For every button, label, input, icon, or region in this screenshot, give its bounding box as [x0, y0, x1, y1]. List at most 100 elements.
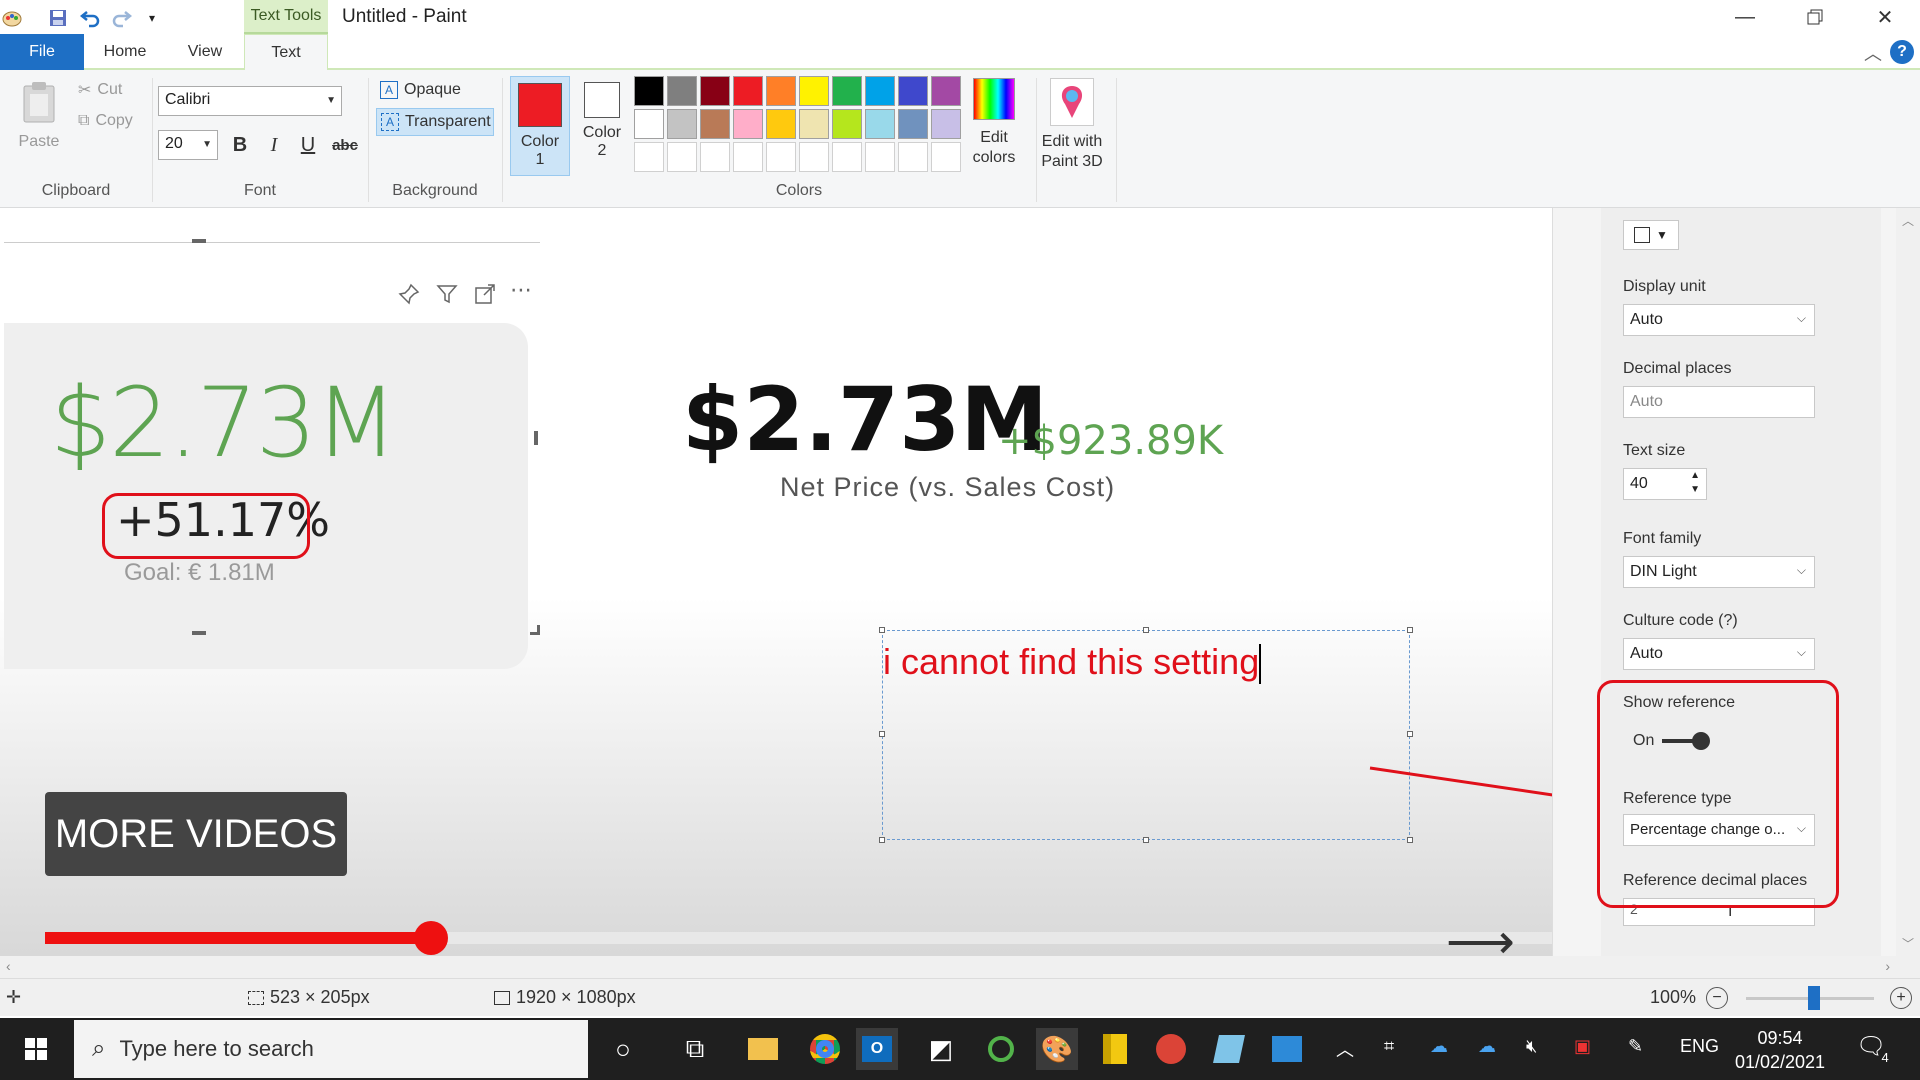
tab-home[interactable]: Home — [86, 34, 164, 70]
display-unit-dropdown[interactable]: Auto ⌵ — [1623, 304, 1815, 336]
restore-button[interactable] — [1780, 0, 1850, 34]
palette-color-swatch[interactable] — [898, 109, 928, 139]
tab-view[interactable]: View — [166, 34, 244, 70]
bold-button[interactable]: B — [226, 130, 254, 160]
culture-code-dropdown[interactable]: Auto ⌵ — [1623, 638, 1815, 670]
scroll-right-icon[interactable]: › — [1885, 958, 1890, 974]
palette-color-swatch[interactable] — [766, 76, 796, 106]
focus-mode-icon[interactable] — [474, 283, 496, 311]
paste-button[interactable]: Paste — [18, 80, 60, 151]
strikethrough-button[interactable]: abc — [328, 130, 362, 160]
palette-color-swatch[interactable] — [931, 109, 961, 139]
resize-handle[interactable] — [534, 431, 538, 445]
palette-custom-swatch[interactable] — [898, 142, 928, 172]
tab-file[interactable]: File — [0, 34, 84, 70]
palette-custom-swatch[interactable] — [667, 142, 697, 172]
meet-now-icon[interactable]: ⌗ — [1384, 1036, 1394, 1057]
customize-quick-access-icon[interactable]: ▾ — [140, 6, 164, 30]
filter-icon[interactable] — [436, 283, 458, 311]
palette-custom-swatch[interactable] — [700, 142, 730, 172]
cut-button[interactable]: ✂ Cut — [78, 80, 122, 100]
palette-color-swatch[interactable] — [898, 76, 928, 106]
palette-color-swatch[interactable] — [931, 76, 961, 106]
text-size-stepper[interactable]: 40 ▲ ▼ — [1623, 468, 1707, 500]
task-view-icon[interactable]: ⧉ — [674, 1028, 716, 1070]
edit-colors-button[interactable]: Edit colors — [958, 78, 1030, 168]
palette-custom-swatch[interactable] — [832, 142, 862, 172]
palette-color-swatch[interactable] — [733, 109, 763, 139]
palette-color-swatch[interactable] — [634, 76, 664, 106]
shape-style-dropdown[interactable]: ▼ — [1623, 220, 1679, 250]
power-bi-icon[interactable] — [1094, 1028, 1136, 1070]
resize-handle[interactable] — [192, 631, 206, 635]
scroll-down-icon[interactable]: ﹀ — [1902, 935, 1914, 952]
pen-icon[interactable]: ✎ — [1628, 1036, 1643, 1057]
palette-color-swatch[interactable] — [799, 109, 829, 139]
palette-color-swatch[interactable] — [700, 109, 730, 139]
notepad-icon[interactable] — [1208, 1028, 1250, 1070]
palette-custom-swatch[interactable] — [766, 142, 796, 172]
font-size-select[interactable]: 20 ▼ — [158, 130, 218, 160]
resize-handle[interactable] — [530, 625, 540, 635]
onedrive-business-icon[interactable]: ☁ — [1478, 1036, 1496, 1057]
font-family-select[interactable]: Calibri ▼ — [158, 86, 342, 116]
taskbar-search-box[interactable]: ⌕ Type here to search — [74, 1020, 588, 1078]
palette-color-swatch[interactable] — [667, 76, 697, 106]
palette-color-swatch[interactable] — [667, 109, 697, 139]
palette-color-swatch[interactable] — [832, 76, 862, 106]
font-family-dropdown[interactable]: DIN Light ⌵ — [1623, 556, 1815, 588]
resize-handle[interactable] — [879, 627, 885, 633]
canvas-horizontal-scrollbar[interactable]: ‹ › — [0, 956, 1920, 978]
outlook-icon[interactable]: O — [856, 1028, 898, 1070]
palette-custom-swatch[interactable] — [799, 142, 829, 172]
more-videos-button[interactable]: MORE VIDEOS — [45, 792, 347, 876]
color1-button[interactable]: Color 1 — [510, 76, 570, 176]
tab-text[interactable]: Text — [244, 34, 328, 70]
canvas-area[interactable]: $2.73M +51.17% Goal: € 1.81M ⋯ $2.73M +$… — [0, 208, 1920, 969]
text-box[interactable]: i cannot find this setting — [879, 627, 1413, 843]
palette-custom-swatch[interactable] — [865, 142, 895, 172]
clock[interactable]: 09:54 01/02/2021 — [1730, 1026, 1830, 1074]
zoom-slider-thumb[interactable] — [1808, 986, 1820, 1010]
minimize-button[interactable]: — — [1710, 0, 1780, 34]
resize-handle[interactable] — [879, 837, 885, 843]
pin-icon[interactable] — [398, 283, 420, 311]
palette-color-swatch[interactable] — [634, 109, 664, 139]
palette-color-swatch[interactable] — [733, 76, 763, 106]
resize-handle[interactable] — [1407, 837, 1413, 843]
palette-custom-swatch[interactable] — [733, 142, 763, 172]
chrome-icon[interactable] — [804, 1028, 846, 1070]
scroll-up-icon[interactable]: ︿ — [1902, 212, 1914, 229]
zoom-out-button[interactable]: − — [1706, 987, 1728, 1009]
security-app-icon[interactable]: ▣ — [1574, 1036, 1591, 1057]
paint-taskbar-icon[interactable]: 🎨 — [1036, 1028, 1078, 1070]
chrome-profile-icon[interactable] — [1150, 1028, 1192, 1070]
opaque-button[interactable]: A Opaque — [376, 76, 494, 104]
resize-handle[interactable] — [1407, 627, 1413, 633]
volume-muted-icon[interactable]: 🔇︎ — [1526, 1036, 1537, 1057]
notifications-button[interactable]: 🗨︎ 4 — [1856, 1032, 1899, 1065]
palette-custom-swatch[interactable] — [931, 142, 961, 172]
save-icon[interactable] — [46, 6, 70, 30]
palette-color-swatch[interactable] — [865, 76, 895, 106]
underline-button[interactable]: U — [294, 130, 322, 160]
copy-button[interactable]: ⧉ Copy — [78, 112, 133, 130]
more-options-icon[interactable]: ⋯ — [510, 277, 532, 303]
language-indicator[interactable]: ENG — [1680, 1036, 1719, 1057]
close-button[interactable]: ✕ — [1850, 0, 1920, 34]
palette-color-swatch[interactable] — [766, 109, 796, 139]
canvas-vertical-scrollbar[interactable]: ︿ ﹀ — [1896, 208, 1920, 956]
transparent-button[interactable]: A Transparent — [376, 108, 494, 136]
palette-color-swatch[interactable] — [832, 109, 862, 139]
resize-handle[interactable] — [1143, 627, 1149, 633]
stepper-arrows-icon[interactable]: ▲ ▼ — [1690, 469, 1700, 497]
resize-handle[interactable] — [1407, 731, 1413, 737]
onedrive-icon[interactable]: ☁ — [1430, 1036, 1448, 1057]
palette-color-swatch[interactable] — [700, 76, 730, 106]
zoom-in-button[interactable]: + — [1890, 987, 1912, 1009]
palette-color-swatch[interactable] — [865, 109, 895, 139]
show-hidden-icons-icon[interactable]: ︿ — [1336, 1036, 1354, 1062]
undo-icon[interactable] — [78, 6, 102, 30]
palette-color-swatch[interactable] — [799, 76, 829, 106]
resize-handle[interactable] — [879, 731, 885, 737]
